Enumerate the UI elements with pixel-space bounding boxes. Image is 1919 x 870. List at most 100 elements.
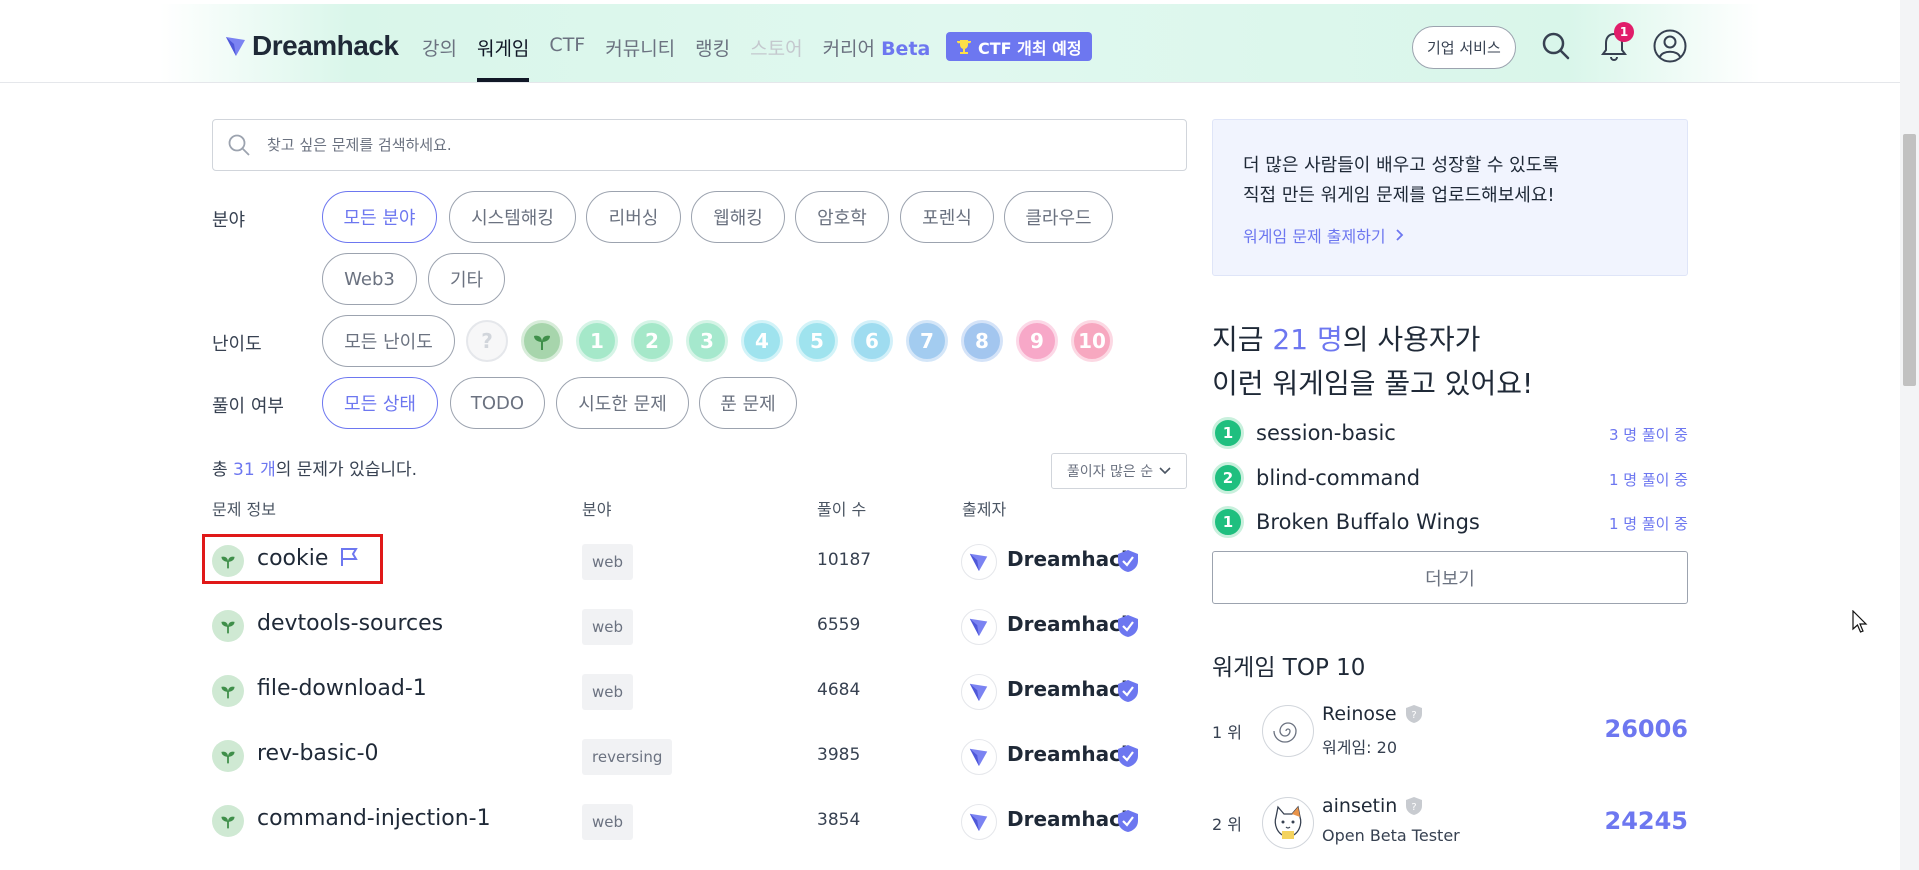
table-row[interactable]: command-injection-1 web 3854 Dreamhack [212,790,1187,850]
verified-author-badge [1117,549,1139,577]
notifications-button[interactable]: 1 [1596,22,1634,64]
svg-text:?: ? [1411,710,1416,721]
main-nav: 강의 워게임 CTF 커뮤니티 랭킹 스토어 커리어 Beta [422,34,950,82]
field-chip-forensics[interactable]: 포렌식 [900,191,994,243]
difficulty-chip-all[interactable]: 모든 난이도 [322,315,455,367]
chevron-down-icon [1159,467,1171,475]
author-avatar [961,804,997,840]
create-wargame-link[interactable]: 워게임 문제 출제하기 [1243,223,1657,247]
now-playing-count: 1 명 풀이 중 [1608,515,1688,533]
nav-lectures[interactable]: 강의 [422,34,457,82]
top-navigation-bar: Dreamhack 강의 워게임 CTF 커뮤니티 랭킹 스토어 커리어 Bet… [0,0,1900,83]
field-chip-etc[interactable]: 기타 [428,253,505,305]
sort-dropdown[interactable]: 풀이자 많은 순 [1051,453,1187,489]
field-chip-cloud[interactable]: 클라우드 [1004,191,1113,243]
nav-store[interactable]: 스토어 [750,34,802,82]
problem-field-tag: web [582,804,634,840]
status-chip-attempted[interactable]: 시도한 문제 [556,377,689,429]
selected-problem-highlight [202,534,383,584]
field-chip-web3[interactable]: Web3 [322,253,417,305]
status-chip-todo[interactable]: TODO [450,377,545,429]
column-field: 분야 [582,500,612,519]
problem-title[interactable]: file-download-1 [257,676,427,701]
dreamhack-logo[interactable]: Dreamhack [224,30,399,62]
trophy-icon [957,39,971,54]
difficulty-beginner[interactable] [521,320,563,362]
now-playing-prefix: 지금 [1212,323,1273,356]
field-chip-cryptography[interactable]: 암호학 [795,191,889,243]
profile-button[interactable] [1652,28,1688,64]
now-playing-problem-name: Broken Buffalo Wings [1256,510,1480,534]
problem-title[interactable]: rev-basic-0 [257,741,379,766]
problem-author[interactable]: Dreamhack [1007,612,1134,636]
nav-community[interactable]: 커뮤니티 [605,34,675,82]
now-playing-suffix: 의 사용자가 [1342,323,1481,356]
problem-solve-count: 6559 [817,615,861,635]
field-chip-all[interactable]: 모든 분야 [322,191,437,243]
nav-career[interactable]: 커리어 Beta [823,34,931,82]
business-service-button[interactable]: 기업 서비스 [1412,26,1516,69]
problem-author[interactable]: Dreamhack [1007,547,1134,571]
problem-author[interactable]: Dreamhack [1007,742,1134,766]
rank-row[interactable]: 1 위 Reinose ? 워게임: 20 26006 [1212,689,1688,769]
problem-solve-count: 3854 [817,810,861,830]
now-playing-item[interactable]: 1 Broken Buffalo Wings 1 명 풀이 중 [1212,502,1688,542]
difficulty-level-1[interactable]: 1 [576,320,618,362]
table-row[interactable]: rev-basic-0 reversing 3985 Dreamhack [212,725,1187,785]
difficulty-level-8[interactable]: 8 [961,320,1003,362]
mouse-cursor-icon [1852,610,1868,633]
rank-score: 24245 [1604,807,1689,835]
shield-icon: ? [1405,705,1422,723]
table-row[interactable]: file-download-1 web 4684 Dreamhack [212,660,1187,720]
page-scrollbar[interactable] [1900,0,1919,870]
difficulty-level-7[interactable]: 7 [906,320,948,362]
author-avatar [961,674,997,710]
table-row[interactable]: devtools-sources web 6559 Dreamhack [212,595,1187,655]
now-playing-item[interactable]: 1 session-basic 3 명 풀이 중 [1212,413,1688,453]
search-button[interactable] [1538,28,1574,64]
problem-title-text: devtools-sources [257,611,444,636]
problem-solve-count: 10187 [817,550,872,570]
nav-ranking[interactable]: 랭킹 [695,34,730,82]
difficulty-level-2[interactable]: 2 [631,320,673,362]
column-author: 출제자 [962,500,1007,519]
status-chip-solved[interactable]: 푼 문제 [699,377,797,429]
column-solves: 풀이 수 [817,500,867,519]
field-chip-reversing[interactable]: 리버싱 [586,191,681,243]
status-chip-all[interactable]: 모든 상태 [322,377,438,429]
column-problem-info: 문제 정보 [212,500,276,519]
avatar [1262,705,1314,757]
difficulty-level-10[interactable]: 10 [1071,320,1113,362]
verified-author-badge [1117,679,1139,707]
rank-user-subtitle: Open Beta Tester [1322,826,1460,845]
search-input[interactable] [267,136,1147,154]
rank-row[interactable]: 2 위 ainsetin ? Open Beta Tester 24245 [1212,781,1688,861]
nav-wargame[interactable]: 워게임 [476,34,530,82]
problem-title[interactable]: command-injection-1 [257,806,491,831]
difficulty-level-4[interactable]: 4 [741,320,783,362]
difficulty-level-6[interactable]: 6 [851,320,893,362]
difficulty-unknown[interactable]: ? [466,320,508,362]
problem-title[interactable]: devtools-sources [257,611,443,636]
field-chip-web-hacking[interactable]: 웹해킹 [691,191,785,243]
sprout-icon [534,335,550,350]
now-playing-item[interactable]: 2 blind-command 1 명 풀이 중 [1212,458,1688,498]
search-icon [228,134,250,156]
problem-author[interactable]: Dreamhack [1007,677,1134,701]
dreamhack-author-icon [969,618,988,637]
difficulty-level-3[interactable]: 3 [686,320,728,362]
search-icon [1542,32,1570,60]
scrollbar-thumb[interactable] [1903,134,1916,386]
ctf-upcoming-badge[interactable]: CTF 개최 예정 [946,32,1092,61]
difficulty-level-9[interactable]: 9 [1016,320,1058,362]
shield-icon: ? [1406,797,1423,815]
problem-author[interactable]: Dreamhack [1007,807,1134,831]
problem-search-box[interactable] [212,119,1187,171]
nav-ctf[interactable]: CTF [549,34,585,82]
rank-user-name: ainsetin [1322,795,1398,817]
difficulty-level-5[interactable]: 5 [796,320,838,362]
author-avatar [961,739,997,775]
sprout-icon [221,621,235,634]
more-button[interactable]: 더보기 [1212,551,1688,604]
field-chip-system-hacking[interactable]: 시스템해킹 [449,191,576,243]
